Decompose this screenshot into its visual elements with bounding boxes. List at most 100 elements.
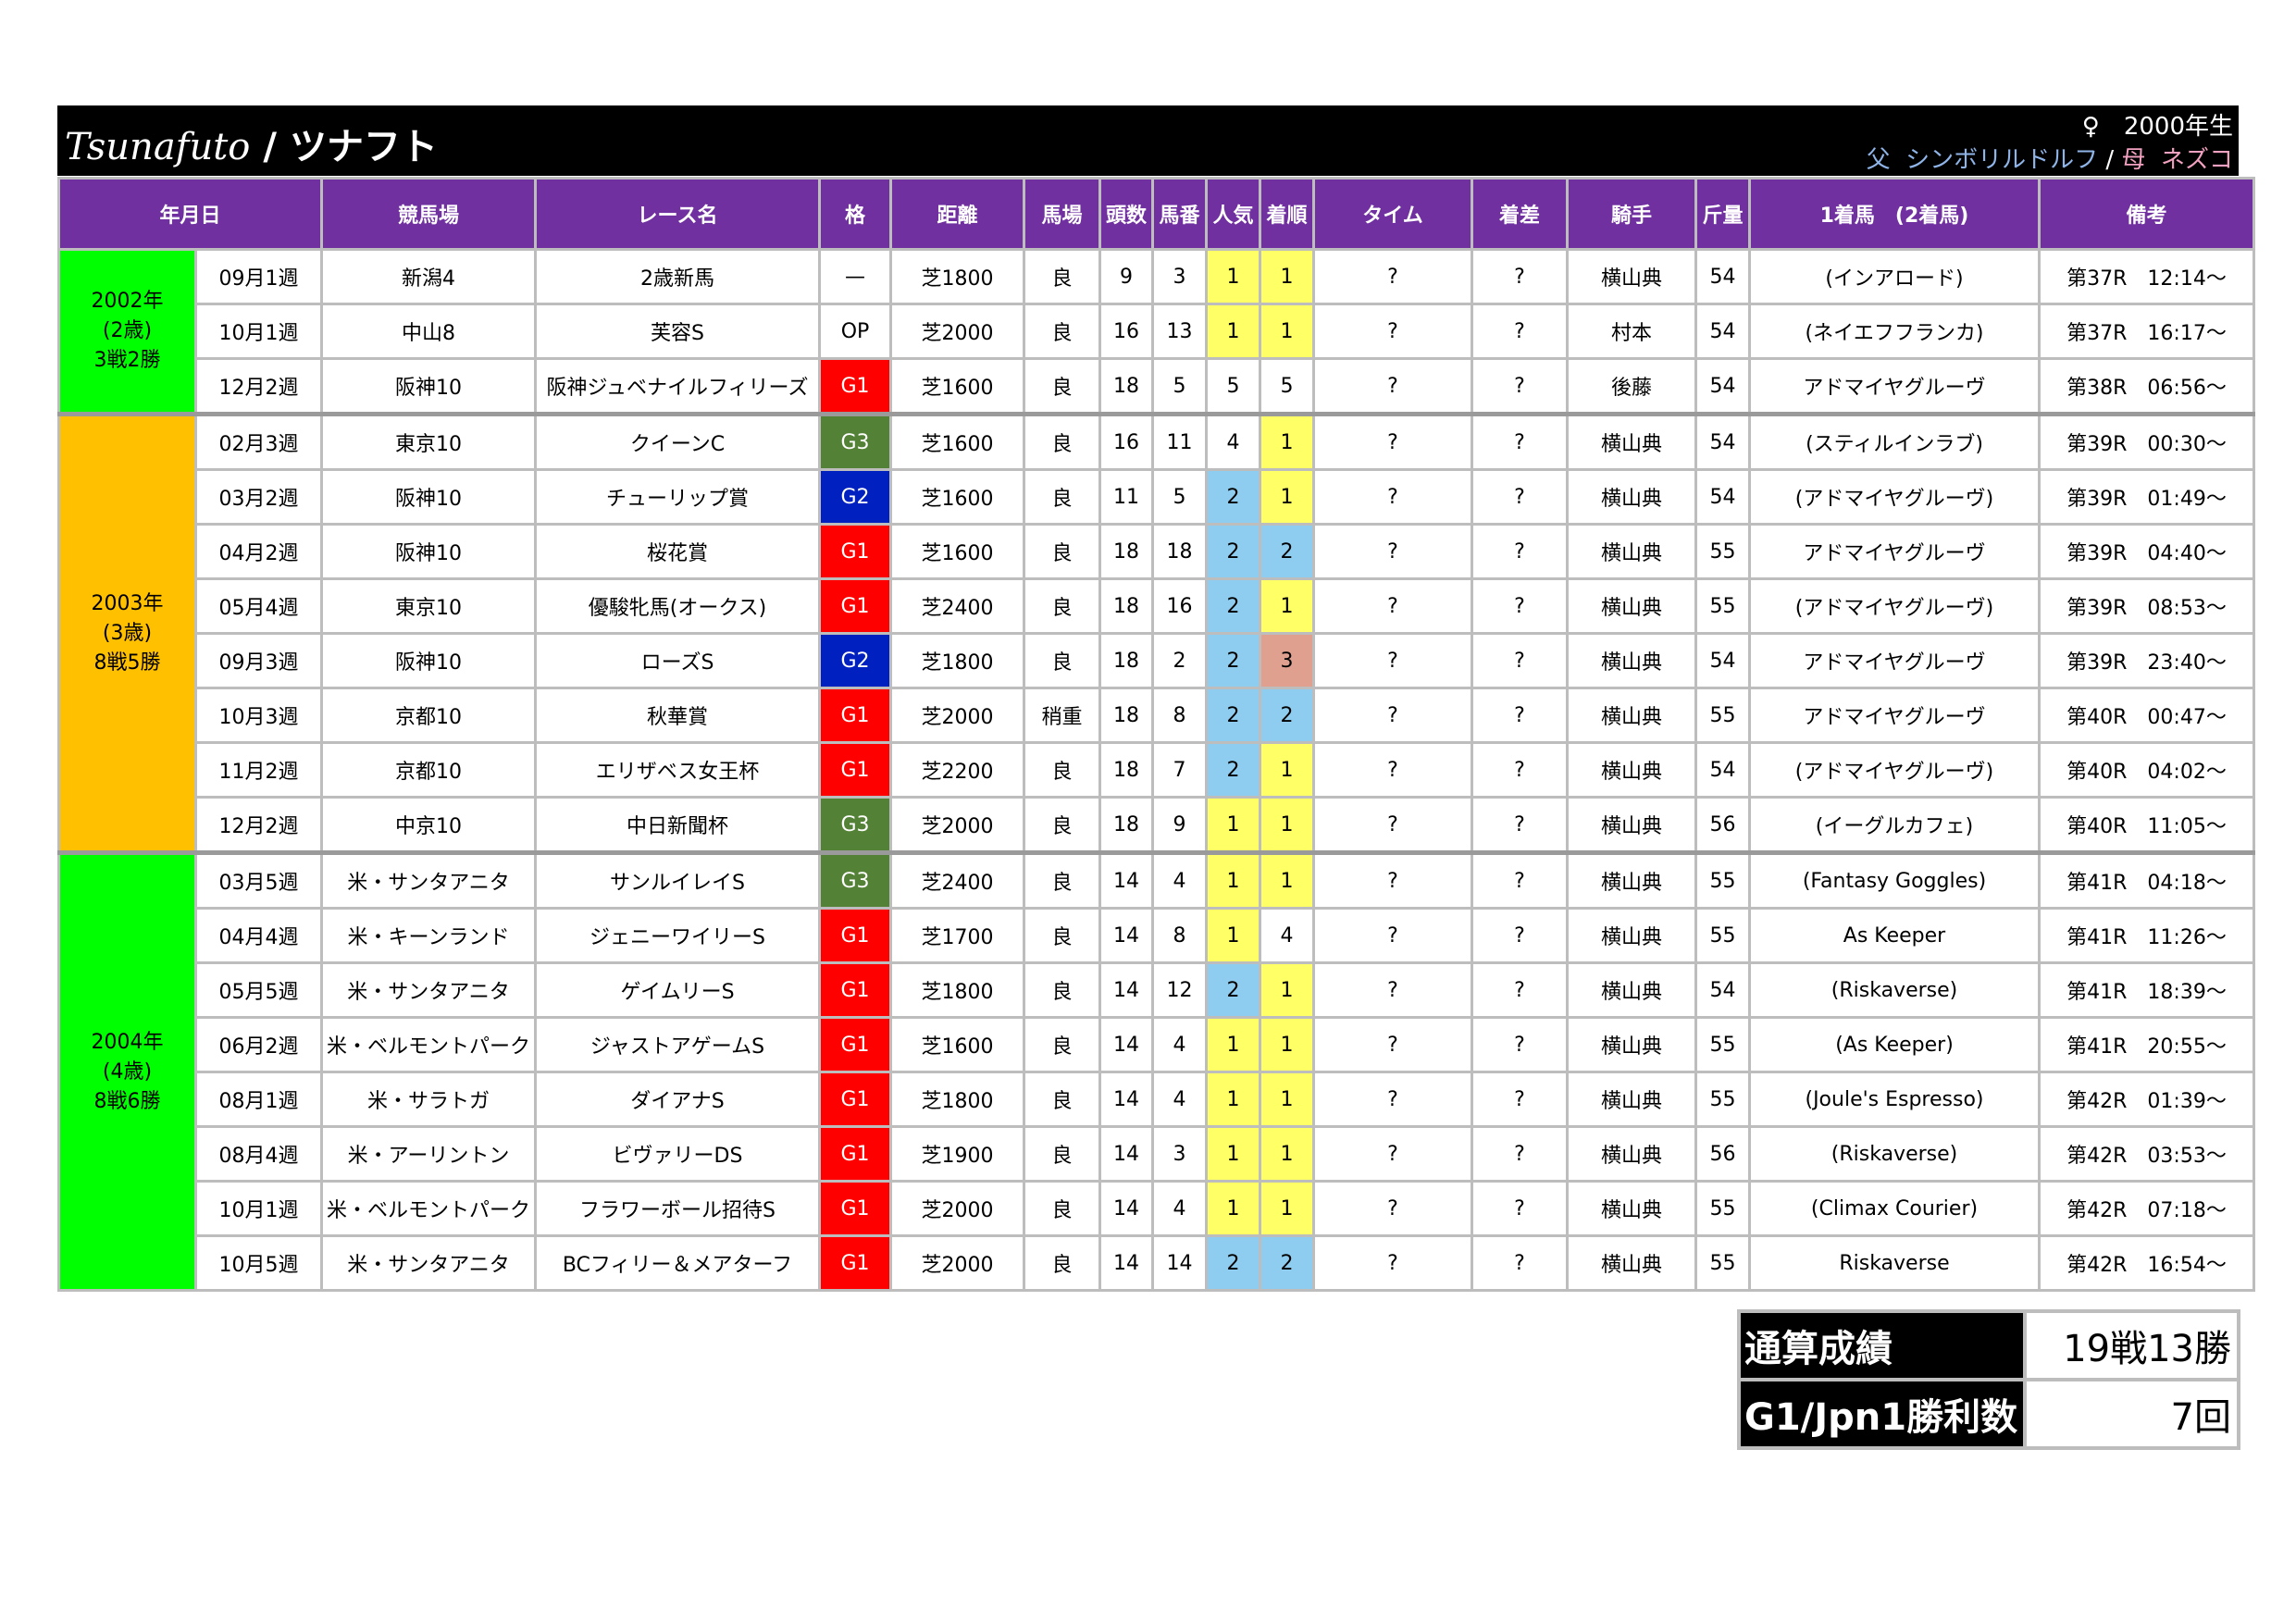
year-label-line: 2002年 — [91, 290, 164, 313]
pedigree-separator: / — [2105, 146, 2115, 174]
popularity-cell: 1 — [1205, 303, 1261, 360]
race-date-cell: 11月2週 — [194, 741, 323, 799]
race-name-cell: 芙容S — [534, 303, 821, 360]
time-cell: ? — [1312, 357, 1473, 415]
track-condition-cell: 良 — [1023, 1125, 1101, 1183]
weight-cell: 54 — [1694, 632, 1751, 689]
field-size-cell: 18 — [1098, 357, 1154, 415]
time-cell: ? — [1312, 850, 1473, 910]
popularity-cell: 1 — [1205, 907, 1261, 964]
track-cell: 米・ベルモントパーク — [320, 1016, 537, 1073]
jockey-cell: 横山典 — [1566, 741, 1697, 799]
horse-number-cell: 9 — [1151, 796, 1208, 854]
horse-title: Tsunafuto / ツナフト — [65, 117, 438, 170]
finish-cell: 1 — [1259, 1071, 1315, 1128]
race-date-cell: 10月1週 — [194, 303, 323, 360]
grade-cell: G1 — [818, 523, 892, 580]
time-cell: ? — [1312, 907, 1473, 964]
year-label-line: 2004年 — [91, 1030, 164, 1054]
race-row: 2003年 (3歳) 8戦5勝 02月3週 東京10 クイーンC G3 芝1600 良 16 11 4… — [57, 412, 2255, 854]
track-cell: 米・サラトガ — [320, 1071, 537, 1128]
note-cell: 第41R 18:39〜 — [2038, 961, 2255, 1019]
horse-number-cell: 3 — [1151, 248, 1208, 305]
time-cell: ? — [1312, 248, 1473, 305]
finish-cell: 1 — [1259, 412, 1315, 471]
popularity-cell: 2 — [1205, 632, 1261, 689]
grade-cell: G1 — [818, 357, 892, 415]
margin-cell: ? — [1471, 907, 1569, 964]
weight-cell: 55 — [1694, 907, 1751, 964]
distance-cell: 芝1900 — [889, 1125, 1025, 1183]
race-name-cell: ビヴァリーDS — [534, 1125, 821, 1183]
winner-cell: アドマイヤグルーヴ — [1748, 687, 2041, 744]
jockey-cell: 横山典 — [1566, 850, 1697, 910]
race-date-cell: 04月2週 — [194, 523, 323, 580]
winner-cell: (アドマイヤグルーヴ) — [1748, 468, 2041, 526]
time-cell: ? — [1312, 1234, 1473, 1292]
sex-birth-year: ♀ 2000年生 — [2081, 113, 2233, 141]
horse-number-cell: 5 — [1151, 468, 1208, 526]
note-cell: 第39R 00:30〜 — [2038, 412, 2255, 471]
weight-cell: 54 — [1694, 741, 1751, 799]
field-size-cell: 18 — [1098, 632, 1154, 689]
track-cell: 米・アーリントン — [320, 1125, 537, 1183]
note-cell: 第40R 04:02〜 — [2038, 741, 2255, 799]
jockey-cell: 横山典 — [1566, 632, 1697, 689]
race-name-cell: クイーンC — [534, 412, 821, 471]
race-name-cell: フラワーボール招待S — [534, 1180, 821, 1237]
horse-number-cell: 16 — [1151, 577, 1208, 635]
grade-cell: G1 — [818, 1180, 892, 1237]
finish-cell: 2 — [1259, 523, 1315, 580]
jockey-cell: 後藤 — [1566, 357, 1697, 415]
race-name-cell: チューリップ賞 — [534, 468, 821, 526]
track-cell: 中山8 — [320, 303, 537, 360]
summary-label-g1-wins: G1/Jpn1勝利数 — [1737, 1378, 2027, 1450]
col-finish: 着順 — [1259, 177, 1315, 251]
margin-cell: ? — [1471, 850, 1569, 910]
jockey-cell: 横山典 — [1566, 961, 1697, 1019]
col-condition: 馬場 — [1023, 177, 1101, 251]
weight-cell: 55 — [1694, 577, 1751, 635]
col-race: レース名 — [534, 177, 821, 251]
race-row: 08月1週 米・サラトガ ダイアナS G1 芝1800 良 14 4 1 1?? 横山典 55 (Jou… — [59, 1071, 2255, 1128]
col-margin: 着差 — [1471, 177, 1569, 251]
weight-cell: 56 — [1694, 796, 1751, 854]
col-field-size: 頭数 — [1098, 177, 1154, 251]
race-date-cell: 09月3週 — [194, 632, 323, 689]
grade-cell: G1 — [818, 577, 892, 635]
jockey-cell: 横山典 — [1566, 687, 1697, 744]
race-name-cell: 秋華賞 — [534, 687, 821, 744]
distance-cell: 芝1600 — [889, 468, 1025, 526]
track-cell: 京都10 — [320, 741, 537, 799]
popularity-cell: 2 — [1205, 523, 1261, 580]
track-condition-cell: 良 — [1023, 796, 1101, 854]
horse-number-cell: 12 — [1151, 961, 1208, 1019]
grade-cell: G2 — [818, 632, 892, 689]
field-size-cell: 14 — [1098, 1234, 1154, 1292]
horse-number-cell: 14 — [1151, 1234, 1208, 1292]
field-size-cell: 14 — [1098, 961, 1154, 1019]
track-cell: 米・サンタアニタ — [320, 1234, 537, 1292]
winner-cell: (インアロード) — [1748, 248, 2041, 305]
race-date-cell: 06月2週 — [194, 1016, 323, 1073]
time-cell: ? — [1312, 1125, 1473, 1183]
race-date-cell: 09月1週 — [194, 248, 323, 305]
finish-cell: 1 — [1259, 741, 1315, 799]
race-date-cell: 10月5週 — [194, 1234, 323, 1292]
distance-cell: 芝1700 — [889, 907, 1025, 964]
race-name-cell: 桜花賞 — [534, 523, 821, 580]
grade-cell: G1 — [818, 907, 892, 964]
race-row: 12月2週 阪神10 阪神ジュベナイルフィリーズ G1 芝1600 良 18 5 5 5?? 後藤 5… — [59, 357, 2255, 415]
sire-label: 父 — [1866, 146, 1891, 174]
track-condition-cell: 良 — [1023, 961, 1101, 1019]
finish-cell: 1 — [1259, 796, 1315, 854]
time-cell: ? — [1312, 741, 1473, 799]
weight-cell: 54 — [1694, 468, 1751, 526]
race-name-cell: 中日新聞杯 — [534, 796, 821, 854]
finish-cell: 1 — [1259, 577, 1315, 635]
horse-number-cell: 8 — [1151, 687, 1208, 744]
margin-cell: ? — [1471, 632, 1569, 689]
track-condition-cell: 良 — [1023, 1016, 1101, 1073]
race-row: 2004年 (4歳) 8戦6勝 03月5週 米・サンタアニタ サンルイレイS G3 芝2400… — [57, 850, 2255, 1292]
race-row: 04月2週 阪神10 桜花賞 G1 芝1600 良 18 18 2 2?? 横山典 55 アドマイヤグル… — [59, 523, 2255, 580]
